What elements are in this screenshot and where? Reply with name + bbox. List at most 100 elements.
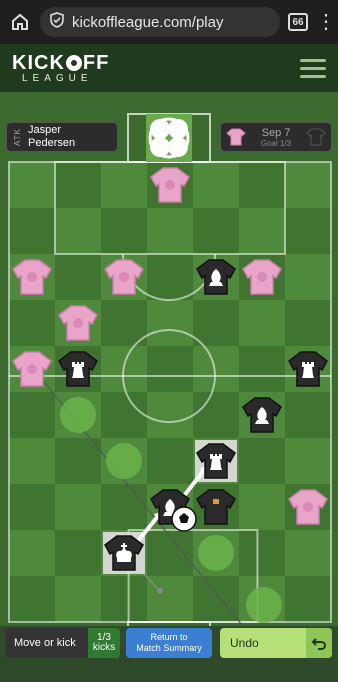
pitch-cell xyxy=(101,576,147,622)
pitch-cell xyxy=(9,392,55,438)
jersey-flower-emblem xyxy=(165,180,175,190)
attacker-tag: ATK xyxy=(13,128,22,146)
move-target-marker xyxy=(106,443,142,479)
pitch-cell xyxy=(55,254,101,300)
pitch-cell xyxy=(239,300,285,346)
rook-piece-icon xyxy=(72,362,84,378)
home-icon[interactable] xyxy=(8,10,32,34)
player-first-name: Jasper xyxy=(28,124,62,136)
pitch-cell xyxy=(147,254,193,300)
jersey-flower-emblem xyxy=(73,318,83,328)
logo-text-kick: KICK xyxy=(12,51,65,74)
pitch-cell xyxy=(239,530,285,576)
goal-progress: Goal 1/3 xyxy=(260,138,292,148)
pitch-cell xyxy=(147,576,193,622)
black-jersey-icon xyxy=(306,128,326,146)
pink-jersey-icon xyxy=(226,128,246,146)
kickoff-league-logo[interactable]: KICK FF LEAGUE xyxy=(12,53,109,84)
pitch-cell xyxy=(101,392,147,438)
player-last-name: Pedersen xyxy=(28,137,76,149)
pitch-cell xyxy=(55,438,101,484)
pitch-cell xyxy=(9,438,55,484)
kick-count-unit: kicks xyxy=(92,642,116,653)
rook-piece-icon xyxy=(210,454,222,470)
browser-toolbar: kickoffleague.com/play 66 ⋮ xyxy=(0,0,338,44)
pitch-cell xyxy=(285,162,331,208)
pitch-cell xyxy=(239,208,285,254)
return-to-summary-button[interactable]: Return to Match Summary xyxy=(126,628,212,658)
match-info-card: Sep 7 Goal 1/3 xyxy=(220,122,332,152)
pitch-cell xyxy=(285,576,331,622)
pitch-cell xyxy=(147,392,193,438)
pitch-cell xyxy=(285,438,331,484)
pitch-cell xyxy=(193,392,239,438)
pitch-cell xyxy=(193,346,239,392)
move-target-marker xyxy=(60,397,96,433)
pitch-cell xyxy=(101,484,147,530)
pitch-cell xyxy=(9,300,55,346)
pitch-cell xyxy=(147,438,193,484)
browser-menu-icon[interactable]: ⋮ xyxy=(316,12,336,32)
pitch-cell xyxy=(239,438,285,484)
hamburger-menu-icon[interactable] xyxy=(300,58,326,78)
summary-label-line1: Return to xyxy=(150,632,188,642)
pitch-cell xyxy=(285,392,331,438)
pitch-cell xyxy=(101,208,147,254)
pitch-cell xyxy=(147,300,193,346)
pitch-cell xyxy=(9,576,55,622)
move-or-kick-button[interactable]: Move or kick 1/3 kicks xyxy=(6,628,120,658)
pitch-cell xyxy=(285,300,331,346)
player-name: Jasper Pedersen xyxy=(28,124,75,150)
pitch-cell xyxy=(55,208,101,254)
pitch-cell xyxy=(193,162,239,208)
pitch-cell xyxy=(193,576,239,622)
jersey-flower-emblem xyxy=(27,272,37,282)
move-or-kick-label: Move or kick xyxy=(14,637,76,649)
pitch-cell xyxy=(9,162,55,208)
pitch-cell xyxy=(55,576,101,622)
rook-piece-icon xyxy=(302,362,314,378)
jersey-flower-emblem xyxy=(257,272,267,282)
match-date: Sep 7 xyxy=(261,126,291,139)
goal-target-cell xyxy=(146,114,192,162)
app-header: KICK FF LEAGUE xyxy=(0,44,338,92)
trajectory-end-dot xyxy=(157,588,163,594)
undo-label: Undo xyxy=(230,636,259,650)
move-target-marker xyxy=(246,587,282,623)
pitch-svg[interactable] xyxy=(0,92,338,626)
url-text: kickoffleague.com/play xyxy=(72,13,224,31)
pitch-cell xyxy=(101,162,147,208)
pitch-cell xyxy=(147,208,193,254)
pitch-cell xyxy=(285,254,331,300)
pitch-cell xyxy=(285,208,331,254)
summary-label-line2: Match Summary xyxy=(136,643,202,653)
pitch-cell xyxy=(193,208,239,254)
pitch-cell xyxy=(9,208,55,254)
pitch-cell xyxy=(239,162,285,208)
site-security-icon[interactable] xyxy=(50,12,64,32)
logo-text-ff: FF xyxy=(82,51,110,74)
pitch-cell xyxy=(239,346,285,392)
pitch-cell xyxy=(193,300,239,346)
jersey-flower-emblem xyxy=(27,364,37,374)
pitch-cell xyxy=(239,484,285,530)
attacker-info-card: ATK Jasper Pedersen xyxy=(6,122,118,152)
pitch-cell xyxy=(55,162,101,208)
move-target-marker xyxy=(198,535,234,571)
pitch-cell xyxy=(147,346,193,392)
kick-counter: 1/3 kicks xyxy=(88,628,120,658)
captain-badge-icon xyxy=(213,499,219,504)
pitch-cell xyxy=(9,484,55,530)
pitch-cell xyxy=(9,530,55,576)
logo-ball-icon xyxy=(65,54,82,71)
undo-button[interactable]: Undo xyxy=(220,628,332,658)
pitch-board[interactable] xyxy=(0,92,338,626)
pitch-cell xyxy=(55,530,101,576)
address-bar[interactable]: kickoffleague.com/play xyxy=(40,7,280,37)
jersey-flower-emblem xyxy=(119,272,129,282)
controls-bar: Move or kick 1/3 kicks Return to Match S… xyxy=(0,626,338,682)
pitch-cell xyxy=(55,484,101,530)
logo-subtitle: LEAGUE xyxy=(22,72,93,84)
undo-arrow-icon xyxy=(306,628,332,658)
tab-switcher-button[interactable]: 66 xyxy=(288,13,308,31)
